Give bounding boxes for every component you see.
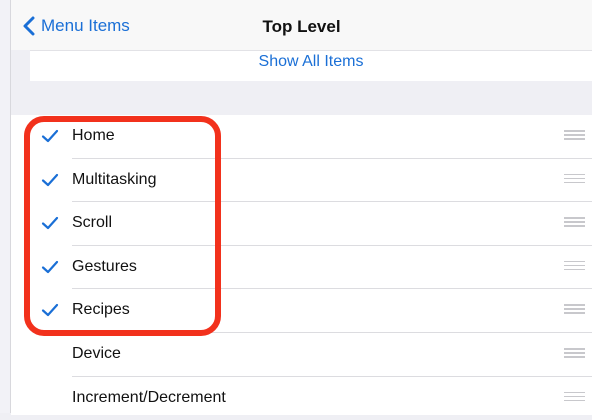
list-item[interactable]: Scroll: [11, 202, 592, 246]
navigation-bar: Menu Items Top Level: [11, 0, 592, 50]
list-item[interactable]: Multitasking: [11, 159, 592, 203]
list-item[interactable]: Gestures: [11, 246, 592, 290]
list-item[interactable]: Recipes: [11, 289, 592, 333]
list-item[interactable]: Device: [11, 333, 592, 377]
list-item-label: Increment/Decrement: [72, 388, 226, 406]
list-item-label: Scroll: [72, 214, 113, 232]
checkmark-icon: [41, 304, 59, 317]
checkmark-icon: [41, 260, 59, 273]
reorder-handle-icon[interactable]: [564, 348, 585, 358]
page-title: Top Level: [262, 17, 341, 36]
checkmark-icon: [41, 129, 59, 143]
reorder-handle-icon[interactable]: [564, 304, 585, 314]
reorder-handle-icon[interactable]: [564, 130, 585, 140]
list-item[interactable]: Home: [11, 115, 592, 159]
list-item-label: Recipes: [72, 301, 130, 319]
list-item-label: Multitasking: [72, 170, 157, 188]
left-edge-panel: [0, 0, 11, 413]
show-all-items-link[interactable]: Show All Items: [30, 53, 592, 71]
list-item-label: Gestures: [72, 257, 137, 275]
reorder-handle-icon[interactable]: [564, 260, 585, 271]
list-item[interactable]: Increment/Decrement: [11, 377, 592, 420]
checkmark-icon: [41, 173, 59, 186]
checkmark-icon: [41, 217, 59, 230]
reorder-handle-icon[interactable]: [564, 217, 585, 227]
list-item-label: Device: [72, 345, 121, 362]
menu-items-list: Home Multitasking Scroll Gestures Recipe…: [11, 115, 592, 415]
show-all-card: Show All Items: [30, 50, 592, 81]
reorder-handle-icon[interactable]: [564, 173, 585, 184]
reorder-handle-icon[interactable]: [564, 391, 585, 402]
list-item-label: Home: [72, 127, 115, 144]
